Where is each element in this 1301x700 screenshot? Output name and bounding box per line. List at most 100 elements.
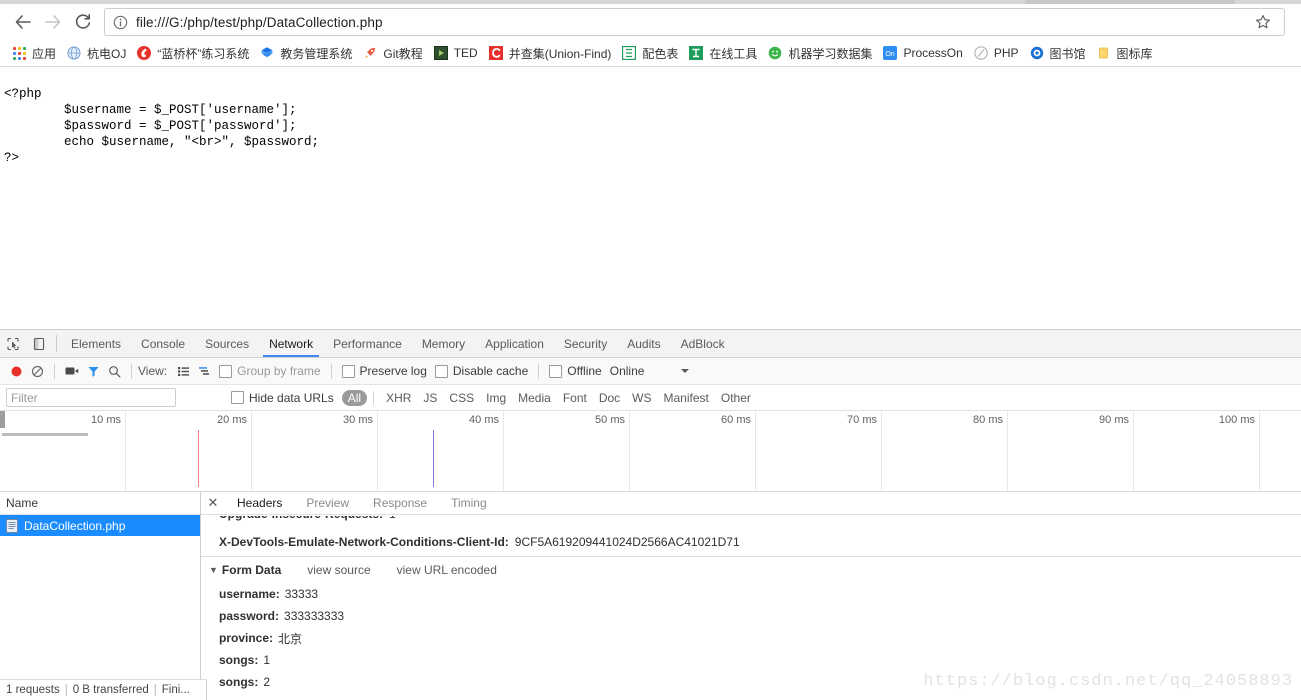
network-overview-timeline[interactable]: 10 ms 20 ms 30 ms 40 ms 50 ms 60 ms 70 m… [0, 411, 1301, 492]
tab-console[interactable]: Console [131, 330, 195, 357]
filter-chip-media[interactable]: Media [512, 390, 557, 406]
magnifier-icon[interactable] [104, 361, 125, 381]
overview-selection-handle[interactable] [0, 411, 5, 428]
bookmark-label: 图书馆 [1049, 46, 1086, 61]
filter-chip-manifest[interactable]: Manifest [658, 390, 715, 406]
header-value: 9CF5A619209441024D2566AC41021D71 [514, 534, 740, 549]
bookmark-git[interactable]: Git教程 [357, 42, 427, 64]
address-bar[interactable]: file:///G:/php/test/php/DataCollection.p… [104, 8, 1285, 36]
funnel-icon[interactable] [83, 361, 104, 381]
tab-network[interactable]: Network [259, 330, 323, 357]
request-column-header[interactable]: Name [0, 492, 200, 515]
info-circle-icon[interactable] [113, 15, 128, 30]
svg-text:On: On [886, 51, 895, 58]
filter-chip-js[interactable]: JS [417, 390, 443, 406]
detail-tabbar: ✕ Headers Preview Response Timing [201, 492, 1301, 515]
smiley-icon [767, 45, 783, 61]
inspect-icon[interactable] [0, 330, 26, 357]
reload-button[interactable] [68, 7, 98, 37]
view-url-encoded-link[interactable]: view URL encoded [397, 563, 497, 577]
tab-elements[interactable]: Elements [61, 330, 131, 357]
disable-cache-checkbox[interactable]: Disable cache [431, 361, 532, 381]
throttling-value: Online [609, 364, 645, 378]
bookmark-apps[interactable]: 应用 [6, 42, 61, 64]
hide-data-urls-label: Hide data URLs [249, 390, 334, 405]
preserve-log-checkbox[interactable]: Preserve log [338, 361, 431, 381]
devtools-tabbar: Elements Console Sources Network Perform… [0, 330, 1301, 358]
bookmark-ted[interactable]: TED [428, 42, 483, 64]
back-button[interactable] [8, 7, 38, 37]
list-view-icon[interactable] [173, 361, 194, 381]
request-detail-pane: ✕ Headers Preview Response Timing Upgrad… [201, 492, 1301, 693]
filter-chip-doc[interactable]: Doc [593, 390, 626, 406]
camera-icon[interactable] [61, 361, 83, 381]
filter-chip-ws[interactable]: WS [626, 390, 657, 406]
bookmark-ml-dataset[interactable]: 机器学习数据集 [762, 42, 877, 64]
form-data-section-header[interactable]: ▼ Form Data view source view URL encoded [209, 557, 1301, 583]
tab-strip [0, 0, 1301, 4]
tab-adblock[interactable]: AdBlock [671, 330, 735, 357]
filter-chip-all[interactable]: All [341, 389, 368, 406]
waterfall-view-icon[interactable] [194, 361, 215, 381]
toolbar-divider [56, 335, 57, 352]
library-icon [1029, 45, 1045, 61]
clear-forbidden-icon[interactable] [27, 361, 48, 381]
filter-chip-css[interactable]: CSS [443, 390, 480, 406]
bookmark-library[interactable]: 图书馆 [1024, 42, 1091, 64]
record-circle-icon[interactable] [6, 361, 27, 381]
star-icon[interactable] [1250, 9, 1276, 35]
bookmark-lanqiao[interactable]: “蓝桥杯”练习系统 [131, 42, 254, 64]
chevron-down-icon[interactable] [676, 361, 694, 381]
address-bar-url: file:///G:/php/test/php/DataCollection.p… [136, 14, 383, 30]
table-row[interactable]: DataCollection.php [0, 515, 200, 536]
tab-audits[interactable]: Audits [617, 330, 670, 357]
bookmark-unionfind[interactable]: 并查集(Union-Find) [483, 42, 617, 64]
header-key: X-DevTools-Emulate-Network-Conditions-Cl… [219, 534, 509, 549]
bookmark-php[interactable]: PHP [968, 42, 1024, 64]
status-separator: | [153, 684, 157, 696]
detail-tab-timing[interactable]: Timing [439, 493, 499, 514]
bookmarks-bar: 应用 杭电OJ “蓝桥杯”练习系统 教务管理系统 Git教程 TED 并查集(U… [0, 40, 1301, 67]
tab-sources[interactable]: Sources [195, 330, 259, 357]
group-by-frame-checkbox[interactable]: Group by frame [215, 361, 324, 381]
folder-icon [1096, 45, 1112, 61]
filter-chip-other[interactable]: Other [715, 390, 757, 406]
filter-chip-xhr[interactable]: XHR [380, 390, 417, 406]
tab-memory[interactable]: Memory [412, 330, 475, 357]
network-toolbar: View: Group by frame Preserve log Disabl… [0, 358, 1301, 385]
forward-button[interactable] [38, 7, 68, 37]
offline-checkbox[interactable]: Offline [545, 361, 605, 381]
php-source-code: <?php $username = $_POST['username']; $p… [4, 86, 320, 165]
close-icon[interactable]: ✕ [201, 495, 225, 511]
device-toolbar-icon[interactable] [26, 330, 52, 357]
bookmark-jiaowu[interactable]: 教务管理系统 [254, 42, 357, 64]
bookmark-tools[interactable]: 在线工具 [683, 42, 762, 64]
hide-data-urls-checkbox[interactable]: Hide data URLs [227, 388, 338, 408]
bookmark-palette[interactable]: 配色表 [616, 42, 683, 64]
disable-cache-label: Disable cache [452, 364, 529, 378]
form-data-key: songs: [219, 675, 259, 689]
filter-input[interactable]: Filter [6, 388, 176, 407]
tab-label: Network [269, 336, 314, 351]
filter-chip-img[interactable]: Img [480, 390, 512, 406]
view-source-link[interactable]: view source [307, 563, 370, 577]
browser-tab[interactable] [1025, 0, 1235, 4]
detail-tab-response[interactable]: Response [361, 493, 439, 514]
bookmark-label: “蓝桥杯”练习系统 [157, 46, 250, 61]
tab-performance[interactable]: Performance [323, 330, 412, 357]
filter-chip-font[interactable]: Font [557, 390, 593, 406]
bookmark-processon[interactable]: On ProcessOn [877, 42, 967, 64]
detail-tab-preview[interactable]: Preview [294, 493, 361, 514]
throttling-select[interactable]: Online [606, 361, 649, 381]
bookmark-label: 并查集(Union-Find) [508, 46, 612, 61]
page-content: <?php $username = $_POST['username']; $p… [0, 67, 1301, 331]
detail-tab-headers[interactable]: Headers [225, 493, 294, 514]
bookmark-hduoj[interactable]: 杭电OJ [61, 42, 131, 64]
bookmark-label: 图标库 [1116, 46, 1153, 61]
dom-content-loaded-marker [198, 430, 199, 487]
toolbar-divider [538, 363, 540, 379]
tab-security[interactable]: Security [554, 330, 617, 357]
tab-application[interactable]: Application [475, 330, 554, 357]
bookmark-icons[interactable]: 图标库 [1091, 42, 1158, 64]
checkbox-box [434, 364, 448, 378]
